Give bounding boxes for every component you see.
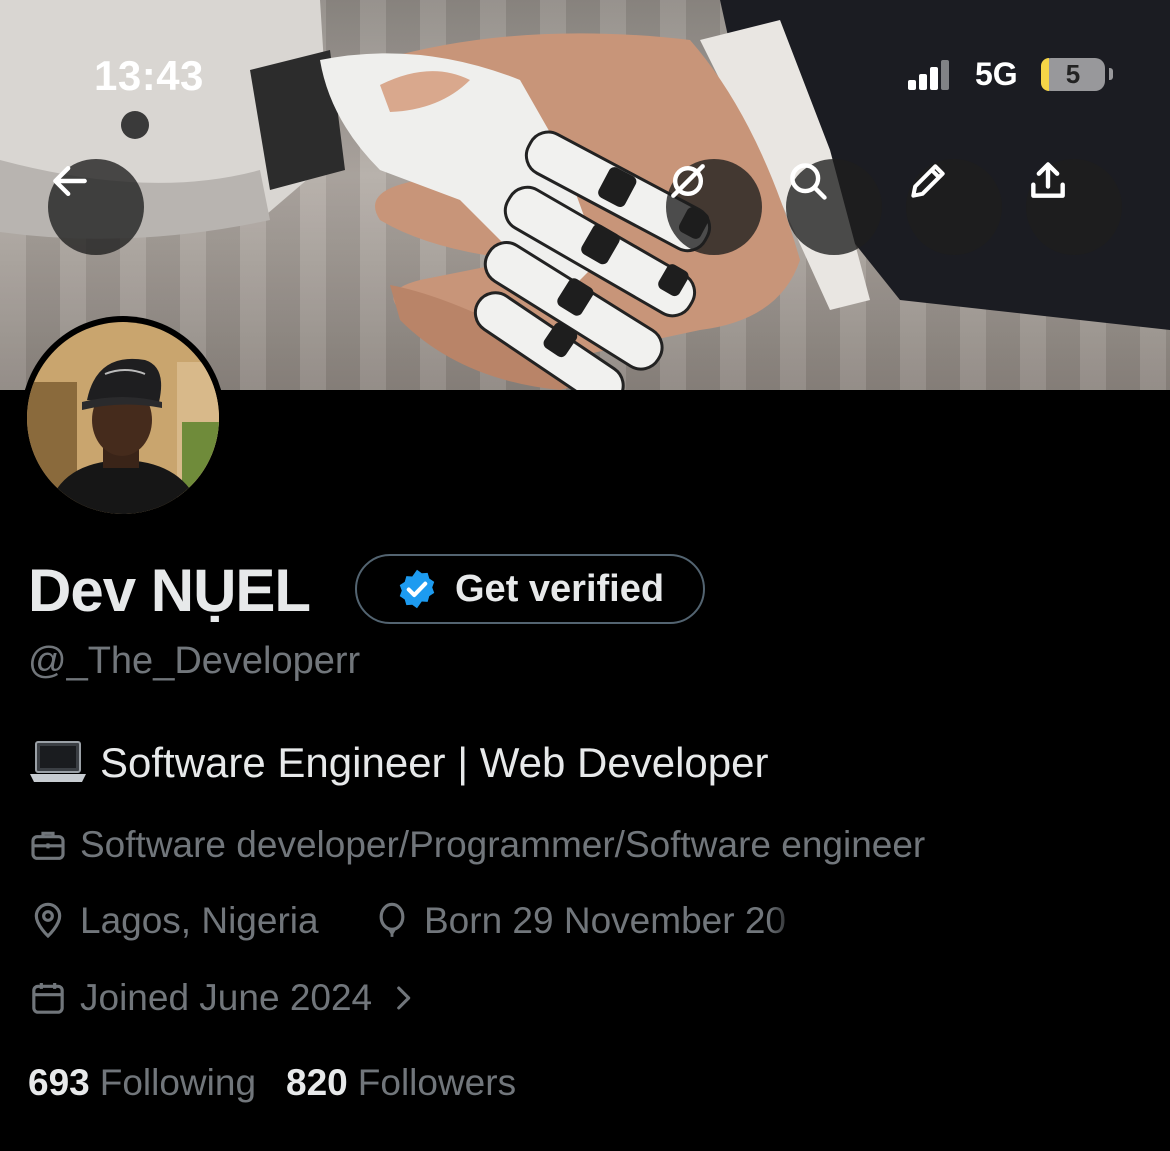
status-time: 13:43 (94, 52, 204, 99)
joined-text: Joined June 2024 (80, 977, 373, 1018)
get-verified-label: Get verified (455, 567, 665, 610)
profile-bio: Software Engineer | Web Developer (28, 738, 769, 788)
chevron-right-icon (397, 986, 411, 1010)
cellular-signal-icon (908, 58, 952, 90)
location-pin-icon (34, 902, 62, 939)
battery-icon: 5 (1041, 58, 1105, 91)
laptop-icon (30, 741, 86, 782)
following-label: Following (99, 1062, 257, 1103)
grok-button[interactable] (666, 159, 762, 255)
profile-handle: @_The_Developerr (28, 640, 361, 682)
verified-badge-icon (399, 569, 435, 609)
birthday-row: Born 29 November 20 (372, 900, 802, 942)
profile-name: Dev NỤEL (28, 557, 311, 624)
calendar-icon (32, 983, 64, 1014)
battery-level: 5 (1065, 59, 1081, 89)
edit-icon (911, 164, 945, 198)
joined-row[interactable]: Joined June 2024 (28, 977, 420, 1019)
following-link[interactable]: 693 Following (28, 1062, 256, 1104)
briefcase-icon (31, 831, 65, 860)
avatar[interactable] (21, 316, 225, 520)
following-count: 693 (28, 1062, 90, 1103)
follow-stats: 693 Following 820 Followers (28, 1062, 546, 1104)
followers-label: Followers (357, 1062, 517, 1103)
location-row: Lagos, Nigeria (28, 900, 319, 942)
search-icon (790, 163, 827, 200)
location-text: Lagos, Nigeria (80, 900, 319, 941)
balloon-icon (379, 902, 405, 937)
share-button[interactable] (1026, 159, 1122, 255)
avatar-photo (27, 322, 219, 514)
search-button[interactable] (786, 159, 882, 255)
bio-text: Software Engineer | Web Developer (100, 739, 769, 786)
followers-count: 820 (286, 1062, 348, 1103)
share-icon (1031, 162, 1065, 198)
back-button[interactable] (48, 159, 144, 255)
edit-button[interactable] (906, 159, 1002, 255)
profession-row: Software developer/Programmer/Software e… (28, 824, 925, 866)
followers-link[interactable]: 820 Followers (286, 1062, 516, 1104)
arrow-left-icon (53, 165, 87, 197)
battery-tip (1109, 68, 1113, 80)
grok-icon (671, 164, 705, 198)
profession-text: Software developer/Programmer/Software e… (80, 824, 926, 865)
birthday-text: Born 29 November 20 (424, 900, 786, 941)
network-type: 5G (975, 56, 1018, 92)
get-verified-button[interactable]: Get verified (355, 554, 705, 624)
